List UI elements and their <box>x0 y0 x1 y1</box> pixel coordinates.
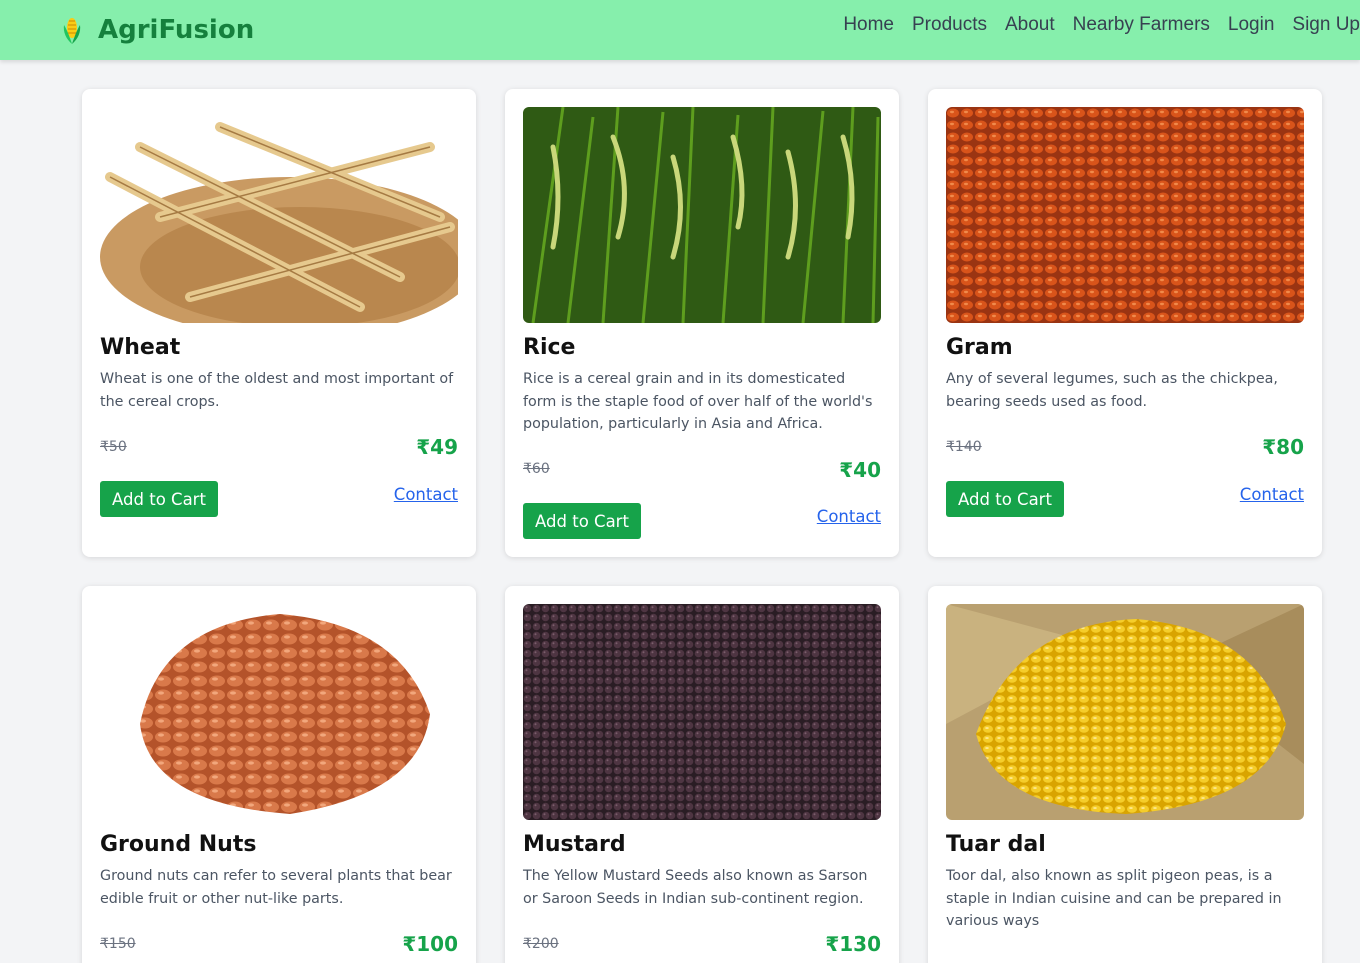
nav-menu: Home Products About Nearby Farmers Login… <box>843 14 1360 36</box>
sale-price: ₹80 <box>1262 435 1304 459</box>
product-card-wheat: Wheat Wheat is one of the oldest and mos… <box>82 89 476 557</box>
nav-login[interactable]: Login <box>1228 14 1275 36</box>
product-description: Wheat is one of the oldest and most impo… <box>100 371 454 410</box>
sale-price: ₹40 <box>839 458 881 482</box>
product-image-tuar-dal <box>946 604 1304 820</box>
product-card-rice: Rice Rice is a cereal grain and in its d… <box>505 89 899 557</box>
product-name: Ground Nuts <box>100 832 257 857</box>
product-card-tuar-dal: Tuar dal Toor dal, also known as split p… <box>928 586 1322 963</box>
add-to-cart-button[interactable]: Add to Cart <box>523 503 641 539</box>
product-card-gram: Gram Any of several legumes, such as the… <box>928 89 1322 557</box>
add-to-cart-button[interactable]: Add to Cart <box>946 481 1064 517</box>
product-description: The Yellow Mustard Seeds also known as S… <box>523 868 868 907</box>
original-price: ₹60 <box>523 461 550 477</box>
product-description: Toor dal, also known as split pigeon pea… <box>946 868 1282 930</box>
product-image-ground-nuts <box>100 604 458 820</box>
product-name: Wheat <box>100 335 181 360</box>
nav-products[interactable]: Products <box>912 14 987 36</box>
product-image-rice <box>523 107 881 323</box>
nav-home[interactable]: Home <box>843 14 894 36</box>
nav-about[interactable]: About <box>1005 14 1055 36</box>
product-description: Any of several legumes, such as the chic… <box>946 371 1278 410</box>
add-to-cart-button[interactable]: Add to Cart <box>100 481 218 517</box>
product-name: Tuar dal <box>946 832 1046 857</box>
product-description: Ground nuts can refer to several plants … <box>100 868 452 907</box>
original-price: ₹200 <box>523 936 559 952</box>
original-price: ₹140 <box>946 439 982 455</box>
brand-logo[interactable]: AgriFusion <box>58 10 254 50</box>
original-price: ₹150 <box>100 936 136 952</box>
product-image-mustard <box>523 604 881 820</box>
product-name: Rice <box>523 335 576 360</box>
product-name: Gram <box>946 335 1013 360</box>
product-card-ground-nuts: Ground Nuts Ground nuts can refer to sev… <box>82 586 476 963</box>
sale-price: ₹100 <box>402 932 458 956</box>
contact-link[interactable]: Contact <box>817 507 881 526</box>
corn-icon <box>63 18 81 44</box>
product-image-wheat <box>100 107 458 323</box>
product-name: Mustard <box>523 832 626 857</box>
nav-signup[interactable]: Sign Up <box>1292 14 1360 36</box>
product-description: Rice is a cereal grain and in its domest… <box>523 371 873 433</box>
brand-name: AgriFusion <box>98 15 255 45</box>
product-card-mustard: Mustard The Yellow Mustard Seeds also kn… <box>505 586 899 963</box>
nav-nearby-farmers[interactable]: Nearby Farmers <box>1073 14 1210 36</box>
product-image-gram <box>946 107 1304 323</box>
contact-link[interactable]: Contact <box>1240 485 1304 504</box>
sale-price: ₹49 <box>416 435 458 459</box>
top-navbar: AgriFusion Home Products About Nearby Fa… <box>0 0 1360 60</box>
contact-link[interactable]: Contact <box>394 485 458 504</box>
original-price: ₹50 <box>100 439 127 455</box>
sale-price: ₹130 <box>825 932 881 956</box>
